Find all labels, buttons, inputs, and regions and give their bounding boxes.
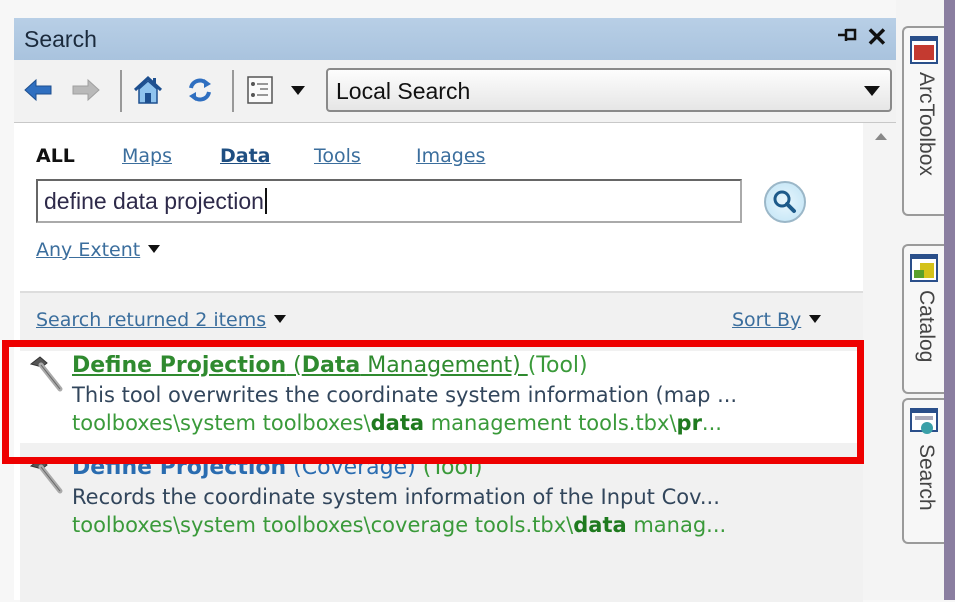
hammer-tool-icon — [29, 458, 63, 494]
chevron-down-icon — [274, 315, 287, 323]
results-count-label: Search returned 2 items — [36, 309, 267, 331]
result-path: toolboxes\system toolboxes\coverage tool… — [72, 513, 727, 537]
results-area: Search returned 2 items Sort By Define P… — [20, 291, 863, 602]
sidebar-tab-label: Catalog — [915, 290, 938, 363]
sidebar-tab-label: Search — [915, 444, 938, 511]
options-dropdown-arrow[interactable] — [282, 74, 314, 106]
tab-all[interactable]: ALL — [36, 145, 75, 167]
tab-tools[interactable]: Tools — [314, 145, 361, 167]
search-query: define data projection — [44, 188, 264, 214]
catalog-icon — [910, 254, 938, 282]
chevron-down-icon — [148, 245, 161, 253]
arctoolbox-icon — [910, 36, 938, 64]
tab-images[interactable]: Images — [416, 145, 485, 167]
chevron-down-icon — [864, 86, 880, 96]
search-window: Search ✕ Local Search ALL Maps Data Tool… — [14, 18, 896, 602]
chevron-down-icon — [809, 315, 822, 323]
vertical-scrollbar[interactable] — [863, 123, 896, 600]
search-scope-dropdown[interactable]: Local Search — [326, 68, 892, 112]
sort-by-dropdown[interactable]: Sort By — [732, 309, 822, 331]
pin-icon[interactable] — [836, 24, 858, 52]
panel-title: Search — [24, 26, 97, 52]
tab-maps[interactable]: Maps — [122, 145, 172, 167]
sidebar-tab-catalog[interactable]: Catalog — [902, 244, 944, 394]
search-input[interactable]: define data projection — [36, 179, 742, 223]
sidebar-tab-search[interactable]: Search — [902, 398, 944, 544]
toolbar: Local Search — [14, 60, 896, 123]
result-item[interactable]: Define Projection (Coverage) (Tool) Reco… — [20, 453, 863, 545]
search-button[interactable] — [764, 181, 806, 223]
options-list-icon[interactable] — [244, 74, 276, 106]
extent-dropdown[interactable]: Any Extent — [36, 239, 161, 261]
tab-data[interactable]: Data — [220, 145, 271, 167]
close-icon[interactable]: ✕ — [866, 22, 888, 53]
text-caret — [264, 188, 267, 214]
search-scope-value: Local Search — [336, 78, 471, 104]
search-window-icon — [910, 408, 938, 434]
sort-by-label: Sort By — [732, 309, 802, 331]
toolbar-separator — [120, 70, 122, 112]
sidebar-tab-label: ArcToolbox — [915, 72, 938, 176]
sidebar-tab-arctoolbox[interactable]: ArcToolbox — [902, 26, 944, 216]
magnifier-icon — [773, 190, 796, 213]
result-path: toolboxes\system toolboxes\data manageme… — [72, 411, 722, 435]
window-edge — [944, 0, 955, 600]
search-content: ALL Maps Data Tools Images define data p… — [20, 123, 863, 602]
result-title-link[interactable]: Define Projection (Coverage) (Tool) — [72, 455, 483, 480]
result-description: This tool overwrites the coordinate syst… — [72, 383, 738, 407]
result-item[interactable]: Define Projection (Data Management) (Too… — [20, 351, 863, 443]
hammer-tool-icon — [29, 356, 63, 392]
back-arrow-icon[interactable] — [22, 74, 54, 106]
title-bar: Search ✕ — [14, 18, 896, 60]
result-title-link[interactable]: Define Projection (Data Management) (Too… — [72, 353, 588, 378]
result-description: Records the coordinate system informatio… — [72, 485, 720, 509]
home-icon[interactable] — [132, 74, 164, 106]
forward-arrow-icon[interactable] — [70, 74, 102, 106]
results-count-dropdown[interactable]: Search returned 2 items — [36, 309, 287, 331]
toolbar-separator — [232, 70, 234, 112]
scroll-up-arrow[interactable] — [875, 133, 887, 140]
refresh-icon[interactable] — [184, 74, 216, 106]
extent-label: Any Extent — [36, 239, 141, 261]
